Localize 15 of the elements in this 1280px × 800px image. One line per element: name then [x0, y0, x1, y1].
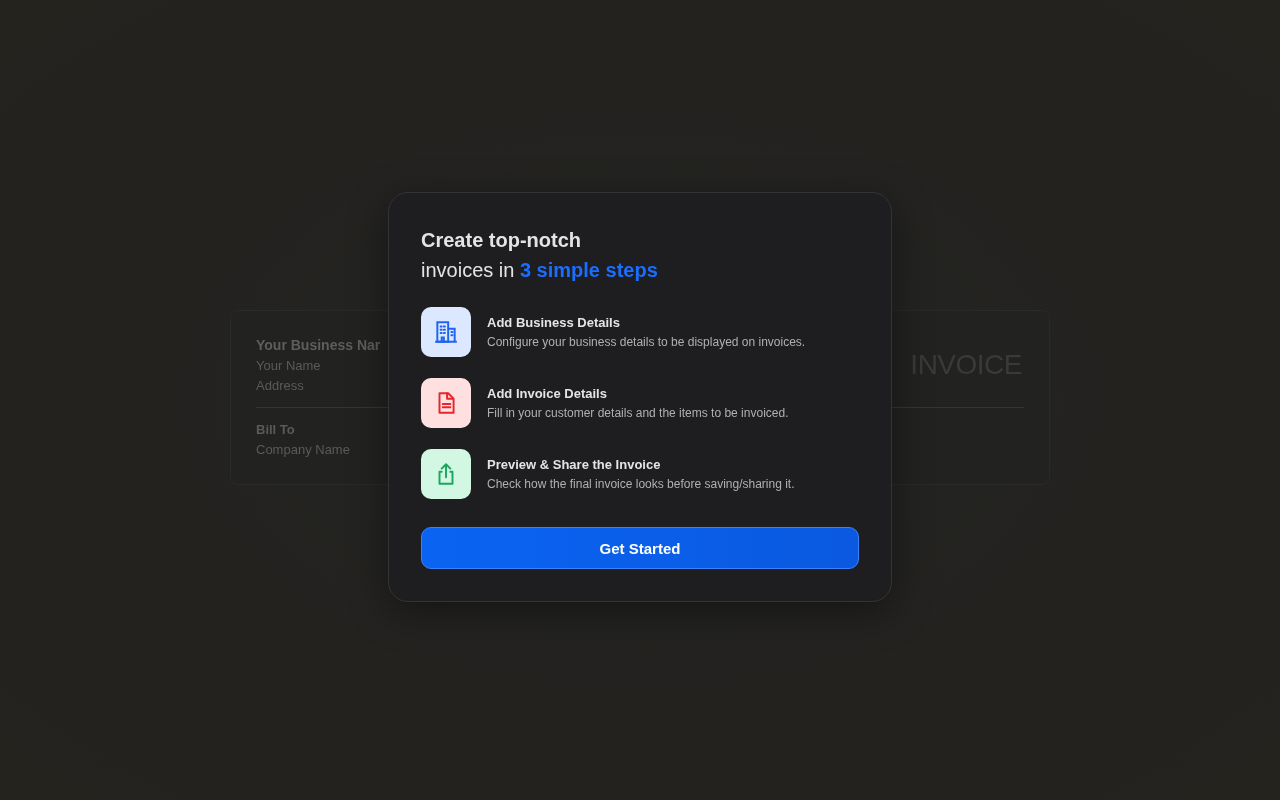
step-description: Check how the final invoice looks before saving/sharing it.: [487, 477, 795, 491]
your-name: Your Name: [256, 358, 322, 373]
business-name: Your Business Nar: [256, 337, 381, 353]
building-icon: [433, 319, 459, 345]
step-title: Add Business Details: [487, 315, 621, 330]
bill-to-label: Bill To: [256, 422, 296, 437]
get-started-button[interactable]: Get Started: [421, 527, 859, 569]
step-description: Fill in your customer details and the items to be invoiced.: [487, 406, 789, 420]
company-name: Company Name: [256, 442, 351, 457]
dialog-subtitle: invoices in 3 simple steps: [421, 258, 659, 283]
address: Address: [256, 378, 305, 393]
step-description: Configure your business details to be displayed on invoices.: [487, 335, 806, 349]
dialog-title: Create top-notch: [421, 228, 582, 253]
step-title: Preview & Share the Invoice: [487, 457, 662, 472]
step-title: Add Invoice Details: [487, 386, 608, 401]
